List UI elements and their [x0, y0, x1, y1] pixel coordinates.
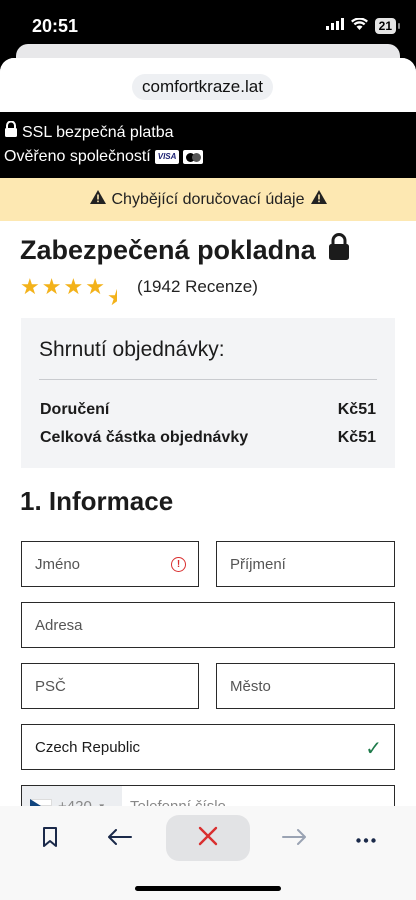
zip-field[interactable]: PSČ	[21, 663, 199, 709]
warning-banner: Chybějící doručovací údaje	[0, 178, 416, 221]
status-time: 20:51	[32, 16, 79, 36]
warning-text: Chybějící doručovací údaje	[111, 190, 305, 208]
arrow-right-icon	[282, 828, 306, 850]
review-count: (1942 Recenze)	[136, 277, 258, 296]
stop-button[interactable]	[166, 815, 250, 861]
error-icon: !	[171, 557, 186, 572]
star-icon: ★	[41, 274, 62, 299]
city-field[interactable]: Město	[216, 663, 395, 709]
verified-text: Ověřeno společností	[4, 148, 151, 165]
mastercard-icon	[183, 150, 204, 164]
summary-row-shipping: Doručení Kč51	[40, 401, 376, 419]
more-icon	[356, 830, 376, 848]
visa-icon: VISA	[154, 150, 180, 164]
summary-label: Celková částka objednávky	[40, 429, 249, 446]
ssl-text: SSL bezpečná platba	[22, 124, 174, 141]
summary-title: Shrnutí objednávky:	[39, 338, 225, 361]
bookmark-button[interactable]	[30, 824, 70, 854]
order-summary: Shrnutí objednávky: Doručení Kč51 Celkov…	[21, 318, 395, 468]
lock-icon	[328, 233, 350, 267]
first-name-field[interactable]: Jméno !	[21, 541, 199, 587]
divider	[39, 379, 377, 380]
summary-value: Kč51	[337, 429, 376, 446]
summary-value: Kč51	[337, 401, 376, 418]
address-field[interactable]: Adresa	[21, 602, 395, 648]
summary-row-total: Celková částka objednávky Kč51	[40, 429, 376, 447]
forward-button[interactable]	[274, 824, 314, 854]
summary-label: Doručení	[40, 401, 110, 418]
wifi-icon	[350, 17, 368, 35]
arrow-left-icon	[108, 828, 132, 850]
star-icon: ★	[63, 274, 84, 299]
warning-icon	[310, 190, 327, 209]
page-title: Zabezpečená pokladna	[20, 233, 350, 267]
battery-indicator: 21	[374, 18, 401, 34]
warning-icon	[89, 190, 106, 209]
star-icon: ★	[85, 274, 105, 299]
check-icon: ✓	[365, 738, 382, 760]
section-title: 1. Informace	[20, 486, 174, 516]
signal-icon	[325, 17, 344, 35]
more-button[interactable]	[346, 824, 386, 854]
url-field[interactable]: comfortkraze.lat	[132, 74, 273, 100]
url-bar: comfortkraze.lat	[0, 58, 416, 112]
star-icon: ★	[20, 274, 40, 299]
country-select[interactable]: Czech Republic ✓	[21, 724, 395, 770]
back-button[interactable]	[100, 824, 140, 854]
home-indicator	[135, 886, 281, 891]
lock-icon	[4, 120, 18, 145]
close-icon	[198, 826, 218, 851]
status-icons: 21	[325, 17, 401, 35]
ssl-banner: SSL bezpečná platba Ověřeno společností …	[0, 112, 416, 178]
bookmark-icon	[42, 826, 58, 852]
rating: ★ ★ ★ ★ (1942 Recenze)	[20, 274, 258, 310]
last-name-field[interactable]: Příjmení	[216, 541, 395, 587]
